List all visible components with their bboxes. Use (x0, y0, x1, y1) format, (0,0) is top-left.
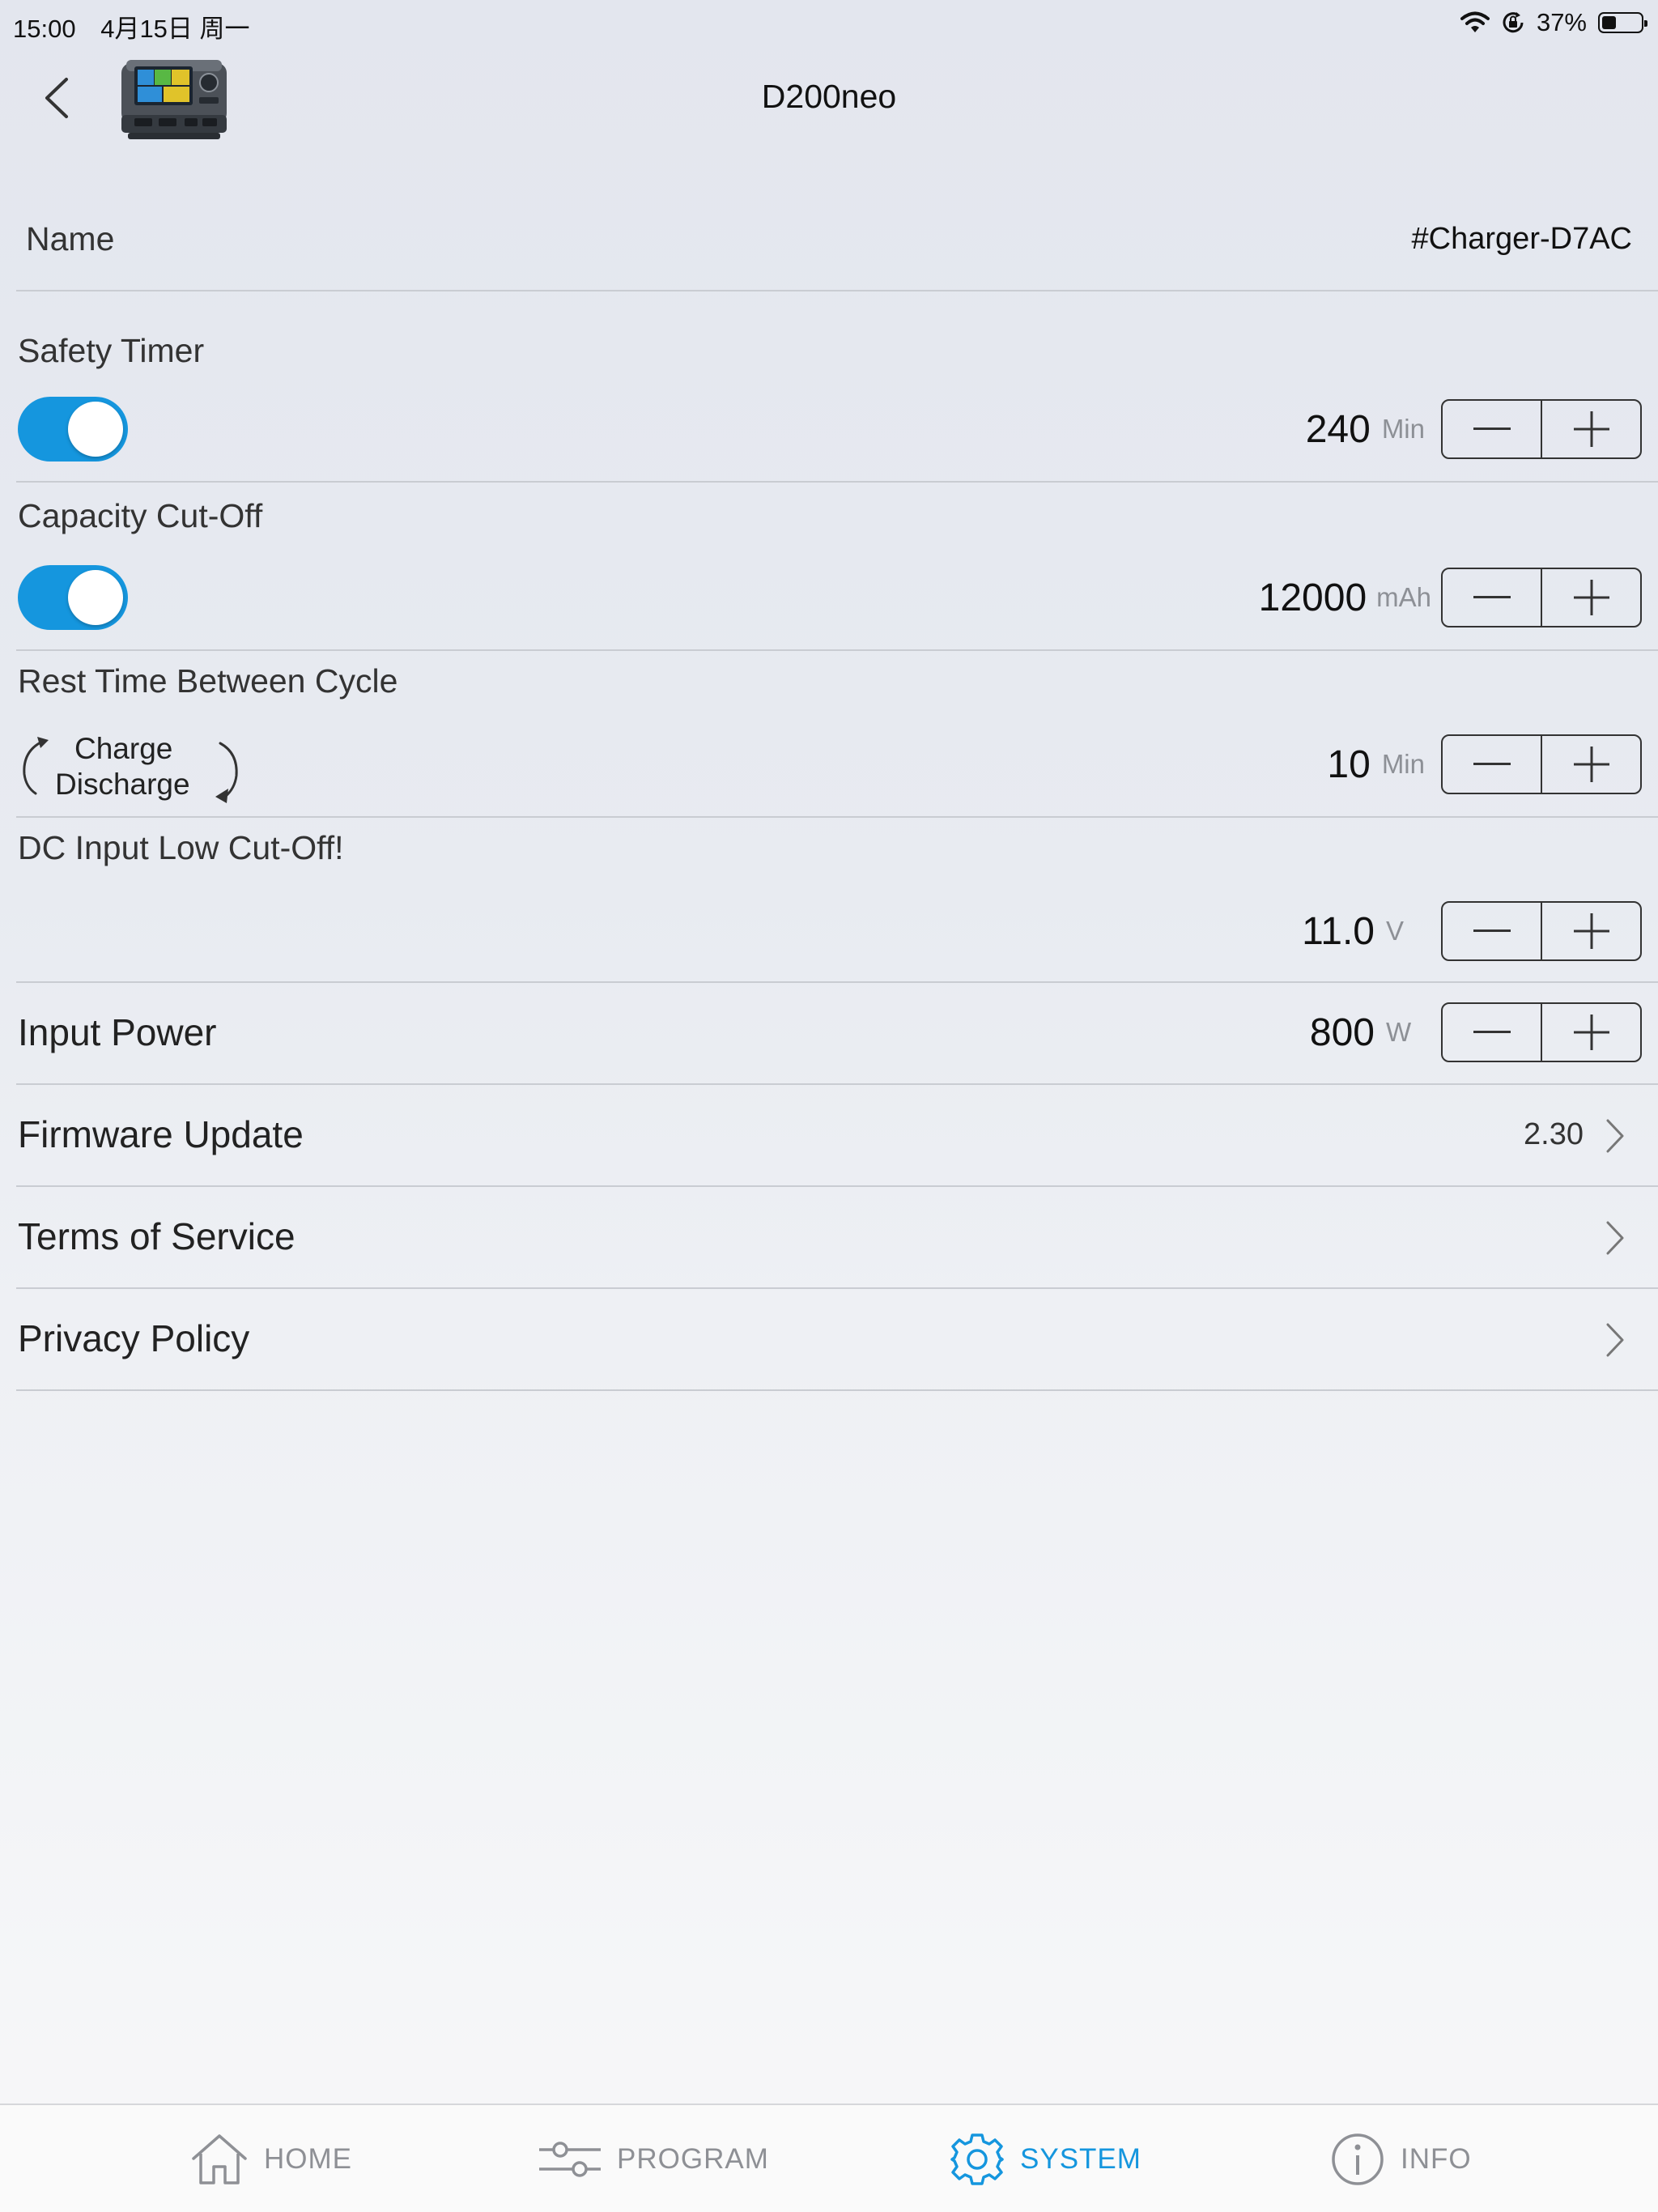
rest-time-value: 10 (1327, 742, 1371, 786)
dc-input-stepper (1441, 901, 1642, 961)
tab-bar: HOME PROGRAM SYSTEM INFO (0, 2104, 1658, 2212)
rest-time-control: 10 Min (1327, 734, 1642, 794)
battery-fill (1602, 16, 1616, 29)
plus-icon (1573, 913, 1609, 949)
tab-info[interactable]: INFO (1329, 2129, 1472, 2189)
tab-program[interactable]: PROGRAM (538, 2129, 769, 2189)
dc-input-label: DC Input Low Cut-Off! (18, 829, 344, 866)
rest-time-unit: Min (1381, 749, 1425, 779)
minus-icon (1473, 1031, 1511, 1033)
battery-icon (1598, 12, 1647, 33)
plus-icon (1573, 411, 1609, 447)
capacity-cutoff-row: Capacity Cut-Off 12000 mAh (16, 483, 1658, 651)
decrement-button[interactable] (1443, 1004, 1541, 1061)
name-label: Name (26, 220, 115, 257)
wifi-icon (1460, 11, 1490, 32)
plus-icon (1573, 747, 1609, 782)
chevron-right-icon[interactable] (1603, 1219, 1627, 1257)
safety-timer-unit: Min (1381, 414, 1425, 444)
status-date: 4月15日 周一 (100, 15, 250, 43)
capacity-cutoff-value: 12000 (1258, 576, 1367, 619)
capacity-cutoff-unit: mAh (1376, 582, 1431, 612)
status-bar: 15:00 4月15日 周一 37% (0, 0, 1658, 45)
increment-button[interactable] (1541, 903, 1640, 959)
increment-button[interactable] (1541, 401, 1640, 457)
decrement-button[interactable] (1443, 569, 1541, 626)
capacity-cutoff-stepper (1441, 568, 1642, 627)
plus-icon (1573, 580, 1609, 615)
cycle-discharge-label: Discharge (55, 768, 190, 801)
cycle-arrow-left-icon (23, 737, 49, 795)
sliders-icon (539, 2142, 601, 2177)
input-power-control: 800 W (1310, 1002, 1642, 1062)
page-title: D200neo (761, 78, 897, 115)
chevron-right-icon[interactable] (1603, 1117, 1627, 1155)
minus-icon (1473, 596, 1511, 598)
input-power-row: Input Power 800 W (16, 983, 1658, 1085)
tab-system[interactable]: SYSTEM (949, 2129, 1141, 2189)
decrement-button[interactable] (1443, 736, 1541, 793)
tab-home-label: HOME (264, 2143, 352, 2175)
terms-of-service-row[interactable]: Terms of Service (16, 1187, 1658, 1289)
tab-info-label: INFO (1401, 2143, 1472, 2175)
terms-of-service-label: Terms of Service (18, 1215, 295, 1257)
battery-cap (1644, 20, 1647, 27)
input-power-label: Input Power (18, 1011, 217, 1053)
safety-timer-row: Safety Timer 240 Min (16, 291, 1658, 483)
dc-input-value: 11.0 (1302, 909, 1375, 953)
toggle-knob (68, 402, 123, 457)
dc-input-unit: V (1386, 916, 1405, 946)
dc-input-control: 11.0 V (1302, 901, 1642, 961)
gear-icon (950, 2133, 1004, 2185)
input-power-stepper (1441, 1002, 1642, 1062)
capacity-cutoff-toggle[interactable] (18, 565, 128, 630)
firmware-update-row[interactable]: Firmware Update 2.30 (16, 1085, 1658, 1187)
privacy-policy-label: Privacy Policy (18, 1317, 250, 1359)
minus-icon (1473, 763, 1511, 765)
chevron-right-icon[interactable] (1603, 1321, 1627, 1359)
safety-timer-control: 240 Min (1306, 399, 1642, 459)
minus-icon (1473, 428, 1511, 430)
toggle-knob (68, 570, 123, 625)
tab-program-label: PROGRAM (617, 2143, 769, 2175)
input-power-unit: W (1386, 1017, 1412, 1047)
rest-time-stepper (1441, 734, 1642, 794)
home-icon (192, 2134, 247, 2184)
decrement-button[interactable] (1443, 401, 1541, 457)
status-left: 15:00 4月15日 周一 (13, 8, 268, 45)
cycle-arrow-right-icon (215, 742, 238, 803)
name-value[interactable]: #Charger-D7AC (1412, 222, 1632, 257)
rest-time-label: Rest Time Between Cycle (18, 662, 398, 700)
tab-home[interactable]: HOME (189, 2129, 352, 2189)
cycle-charge-label: Charge (74, 732, 173, 765)
minus-icon (1473, 929, 1511, 932)
safety-timer-toggle[interactable] (18, 397, 128, 462)
safety-timer-value: 240 (1305, 407, 1371, 451)
increment-button[interactable] (1541, 1004, 1640, 1061)
dc-input-row: DC Input Low Cut-Off! 11.0 V (16, 818, 1658, 983)
info-icon (1332, 2133, 1384, 2185)
privacy-policy-row[interactable]: Privacy Policy (16, 1289, 1658, 1391)
orientation-lock-icon (1503, 12, 1524, 33)
charge-discharge-cycle: Charge Discharge (18, 732, 253, 813)
name-row[interactable]: Name #Charger-D7AC (16, 194, 1658, 291)
tab-system-label: SYSTEM (1020, 2143, 1141, 2175)
status-time: 15:00 (13, 15, 76, 43)
nav-bar: D200neo (0, 45, 1658, 151)
safety-timer-stepper (1441, 399, 1642, 459)
battery-percent: 37% (1536, 8, 1587, 36)
firmware-version: 2.30 (1524, 1117, 1584, 1151)
increment-button[interactable] (1541, 736, 1640, 793)
capacity-cutoff-control: 12000 mAh (1259, 568, 1642, 627)
plus-icon (1573, 1015, 1609, 1050)
status-right: 37% (1449, 8, 1647, 37)
rest-time-row: Rest Time Between Cycle Charge Discharge… (16, 651, 1658, 818)
increment-button[interactable] (1541, 569, 1640, 626)
firmware-update-label: Firmware Update (18, 1113, 304, 1155)
capacity-cutoff-label: Capacity Cut-Off (18, 497, 263, 534)
input-power-value: 800 (1309, 1010, 1375, 1054)
decrement-button[interactable] (1443, 903, 1541, 959)
safety-timer-label: Safety Timer (18, 332, 205, 369)
